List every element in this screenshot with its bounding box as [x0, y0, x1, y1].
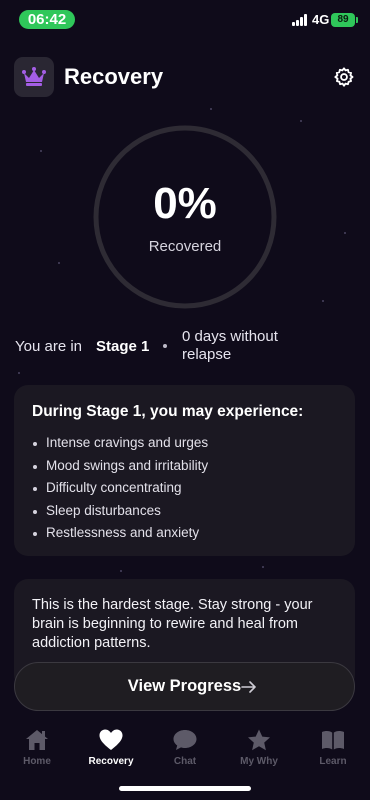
tab-label: Home	[23, 756, 51, 767]
tab-learn[interactable]: Learn	[296, 728, 370, 786]
view-progress-label: View Progress	[127, 677, 242, 695]
symptoms-list: Intense cravings and urges Mood swings a…	[32, 432, 208, 545]
star-icon	[248, 729, 270, 751]
tab-home[interactable]: Home	[0, 728, 74, 786]
heart-icon	[99, 729, 123, 750]
list-item: Sleep disturbances	[32, 500, 208, 523]
view-progress-button[interactable]: View Progress	[14, 662, 355, 711]
home-icon	[26, 730, 48, 750]
list-item: Intense cravings and urges	[32, 432, 208, 455]
stage-prefix: You are in	[15, 338, 83, 355]
battery-icon: 89	[331, 13, 358, 27]
gear-icon[interactable]	[333, 66, 355, 88]
tab-chat[interactable]: Chat	[148, 728, 222, 786]
list-item: Restlessness and anxiety	[32, 522, 208, 545]
tab-recovery[interactable]: Recovery	[74, 728, 148, 786]
cellular-signal-icon	[292, 14, 309, 26]
tab-label: Recovery	[88, 756, 134, 767]
symptoms-card: During Stage 1, you may experience: Inte…	[14, 385, 355, 556]
list-item: Difficulty concentrating	[32, 477, 208, 500]
days-without-relapse: 0 days without relapse	[182, 328, 278, 363]
book-icon	[322, 731, 344, 750]
list-item: Mood swings and irritability	[32, 455, 208, 478]
separator-dot	[163, 344, 167, 348]
tab-label: Learn	[319, 756, 347, 767]
info-card-text: This is the hardest stage. Stay strong -…	[32, 597, 313, 651]
chat-bubble-icon	[173, 730, 197, 750]
symptoms-card-title: During Stage 1, you may experience:	[32, 403, 304, 420]
stage-name: Stage 1	[96, 338, 150, 355]
tab-label: My Why	[240, 756, 278, 767]
tab-my-why[interactable]: My Why	[222, 728, 296, 786]
status-time: 06:42	[19, 10, 75, 29]
crown-icon	[14, 57, 54, 97]
arrow-right-icon	[241, 681, 256, 693]
status-bar: 06:42 4G 89	[0, 0, 370, 40]
recovery-percentage: 0%	[153, 179, 217, 228]
recovery-caption: Recovered	[148, 238, 222, 255]
network-type: 4G	[312, 12, 330, 27]
home-indicator	[119, 786, 251, 791]
tab-label: Chat	[173, 756, 197, 767]
page-title: Recovery	[64, 64, 164, 89]
